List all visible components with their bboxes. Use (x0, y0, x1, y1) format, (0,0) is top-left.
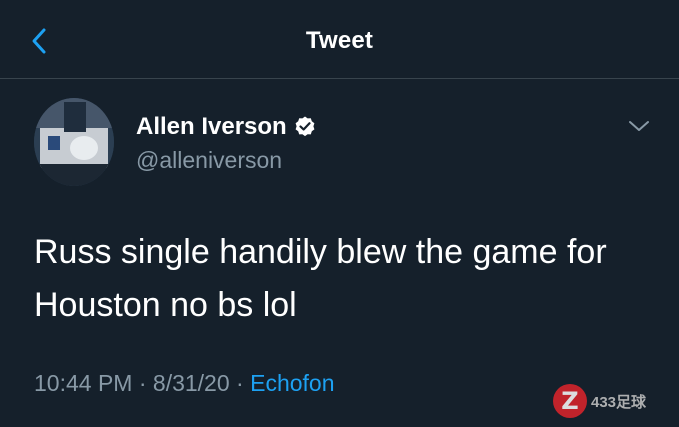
page-title: Tweet (305, 27, 374, 54)
verified-badge-icon (293, 115, 317, 139)
watermark: Z 433足球 (553, 384, 646, 418)
tweet-menu-button[interactable] (624, 114, 654, 138)
author-name[interactable]: Allen Iverson (136, 113, 287, 141)
author-handle[interactable]: @alleniverson (136, 147, 282, 174)
tweet-text-line: Russ single handily blew the game for (34, 233, 607, 271)
avatar[interactable] (34, 98, 114, 186)
watermark-logo: Z (553, 384, 587, 418)
avatar-image (34, 98, 114, 186)
tweet-source-link[interactable]: Echofon (250, 370, 334, 396)
tweet-date: 8/31/20 (152, 370, 230, 396)
tweet-meta: 10:44 PM · 8/31/20 · Echofon (34, 370, 335, 397)
meta-separator: · (236, 370, 244, 396)
top-bar: Tweet (0, 0, 679, 79)
author-row[interactable]: Allen Iverson (136, 113, 317, 141)
watermark-text: 433足球 (591, 393, 647, 411)
meta-separator: · (138, 370, 147, 396)
chevron-down-icon (629, 121, 649, 131)
tweet-text-line: Houston no bs lol (34, 286, 297, 324)
tweet-text: Russ single handily blew the game for Ho… (34, 226, 654, 332)
tweet-time: 10:44 PM (34, 370, 133, 396)
